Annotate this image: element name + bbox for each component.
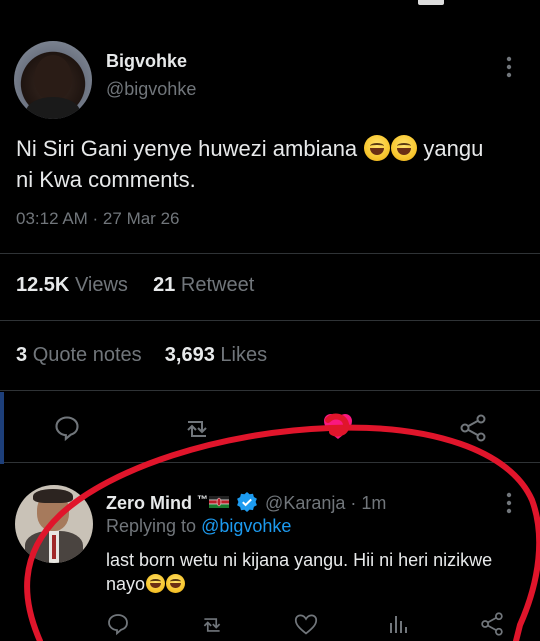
reply-time: · 1m (350, 493, 387, 513)
divider (0, 253, 540, 254)
verified-badge-icon (236, 491, 258, 513)
share-icon[interactable] (458, 414, 488, 442)
reply-icon[interactable] (53, 414, 81, 442)
likes-count[interactable]: 3,693 (165, 344, 215, 366)
avatar[interactable] (14, 41, 92, 119)
divider (0, 462, 540, 463)
reply-text: last born wetu ni kijana yangu. Hii ni h… (106, 548, 536, 596)
tweet-timestamp[interactable]: 03:12 AM · 27 Mar 26 (16, 209, 179, 229)
tweet-text-line2: ni Kwa comments. (16, 167, 196, 192)
tweet-text: Ni Siri Gani yenye huwezi ambiana yangu … (16, 133, 536, 195)
laughing-emoji-icon (364, 135, 391, 161)
reply-more-icon[interactable] (499, 492, 519, 514)
divider (0, 320, 540, 321)
reply-reply-icon[interactable] (106, 612, 130, 636)
retweet-icon[interactable] (182, 416, 212, 442)
reply-like-icon[interactable] (293, 613, 319, 635)
stats-row-quotes: 3 Quote notes 3,693 Likes (16, 344, 267, 367)
analytics-icon[interactable] (387, 612, 409, 634)
laughing-emoji-icon (391, 135, 418, 161)
reply-avatar[interactable] (15, 485, 93, 563)
status-bar-fragment (418, 0, 444, 5)
reply-author-name[interactable]: Zero Mind (106, 493, 192, 513)
laughing-emoji-icon (166, 574, 186, 593)
scroll-indicator (0, 392, 4, 464)
reply-text-line1: last born wetu ni kijana yangu. Hii ni h… (106, 550, 493, 570)
tweet-text-line1: Ni Siri Gani yenye huwezi ambiana (16, 136, 358, 161)
retweets-count[interactable]: 21 (153, 274, 175, 296)
reply-retweet-icon[interactable] (199, 614, 225, 636)
quotes-label[interactable]: Quote notes (33, 344, 142, 366)
author-name[interactable]: Bigvohke (106, 51, 187, 72)
like-icon[interactable] (322, 412, 354, 440)
views-label: Views (74, 274, 128, 296)
replying-to: Replying to @bigvohke (106, 516, 291, 537)
author-handle[interactable]: @bigvohke (106, 79, 196, 100)
stats-row-views: 12.5K Views 21 Retweet (16, 274, 254, 297)
more-icon[interactable] (499, 56, 519, 78)
tweet-text-line1-end: yangu (423, 136, 484, 161)
reply-name-suffix: ™ (197, 494, 209, 506)
retweets-label[interactable]: Retweet (181, 274, 254, 296)
reply-header: Zero Mind ™ @Karanja · 1m (106, 491, 386, 514)
replying-to-handle[interactable]: @bigvohke (201, 516, 291, 536)
divider (0, 390, 540, 391)
quotes-count[interactable]: 3 (16, 344, 27, 366)
laughing-emoji-icon (146, 574, 166, 593)
likes-label[interactable]: Likes (220, 344, 267, 366)
kenya-flag-icon (209, 496, 230, 508)
reply-share-icon[interactable] (479, 612, 505, 636)
replying-to-prefix: Replying to (106, 516, 197, 536)
reply-handle[interactable]: @Karanja (265, 493, 345, 513)
reply-text-line2: nayo (106, 574, 146, 594)
views-count: 12.5K (16, 274, 70, 296)
